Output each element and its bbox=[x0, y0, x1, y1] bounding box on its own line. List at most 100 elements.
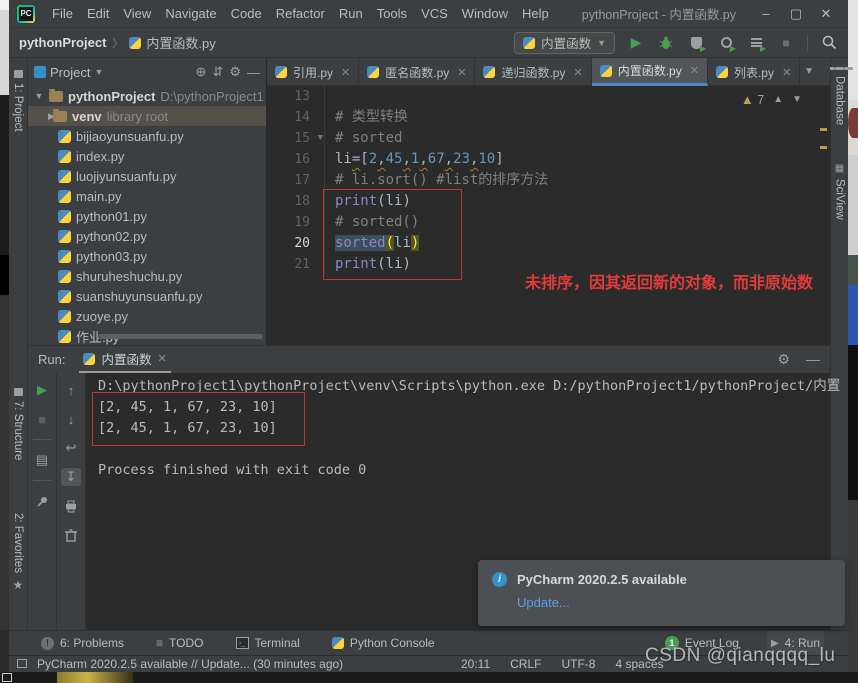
up-stack-trace-button[interactable]: ↑ bbox=[61, 381, 81, 399]
run-toolbar-left: ▶ ■ ▤ bbox=[28, 373, 57, 630]
status-message[interactable]: PyCharm 2020.2.5 available // Update... … bbox=[37, 657, 343, 671]
tool-button-database[interactable]: Database bbox=[831, 66, 848, 125]
close-button[interactable]: ✕ bbox=[812, 6, 840, 22]
tool-button-project[interactable]: 1: Project bbox=[9, 70, 27, 132]
line-number: 14 bbox=[267, 107, 325, 128]
tree-file-row[interactable]: zuoye.py bbox=[28, 306, 266, 326]
editor-tab-引用.py[interactable]: 引用.py✕ bbox=[267, 58, 359, 86]
menu-item-help[interactable]: Help bbox=[515, 3, 556, 24]
hide-panel-icon[interactable]: — bbox=[806, 351, 820, 368]
close-icon[interactable]: ✕ bbox=[573, 66, 582, 79]
run-anything-button[interactable]: ▶ bbox=[747, 34, 765, 52]
chevron-down-icon: ▼ bbox=[94, 67, 103, 77]
maximize-button[interactable]: ▢ bbox=[782, 6, 810, 22]
gear-icon[interactable]: ⚙ bbox=[777, 351, 790, 368]
run-button[interactable]: ▶ bbox=[627, 34, 645, 52]
run-with-coverage-button[interactable]: ▶ bbox=[687, 34, 705, 52]
console-line: Process finished with exit code 0 bbox=[98, 460, 840, 481]
chevron-collapsed-icon[interactable]: ▶ bbox=[34, 111, 48, 122]
breadcrumb-project[interactable]: pythonProject bbox=[19, 35, 106, 50]
hide-panel-icon[interactable]: — bbox=[247, 65, 260, 80]
update-link[interactable]: Update... bbox=[517, 595, 831, 610]
code-line[interactable]: 14# 类型转换 bbox=[267, 107, 830, 128]
scroll-to-end-button[interactable]: ↧ bbox=[61, 468, 81, 486]
tool-button-favorites[interactable]: 2: Favorites★ bbox=[9, 513, 27, 592]
print-button[interactable] bbox=[61, 497, 81, 515]
tool-window-button-todo[interactable]: ≡TODO bbox=[152, 631, 207, 655]
editor-tab-列表.py[interactable]: 列表.py✕ bbox=[708, 58, 800, 86]
menu-item-navigate[interactable]: Navigate bbox=[158, 3, 223, 24]
code-line[interactable]: 20sorted(li) bbox=[267, 233, 830, 254]
editor-tab-匿名函数.py[interactable]: 匿名函数.py✕ bbox=[359, 58, 475, 86]
tree-file-row[interactable]: main.py bbox=[28, 186, 266, 206]
python-file-icon bbox=[58, 170, 71, 183]
close-icon[interactable]: ✕ bbox=[341, 66, 350, 79]
tool-button-sciview[interactable]: ▦SciView bbox=[831, 163, 848, 220]
close-icon[interactable]: ✕ bbox=[782, 66, 791, 79]
tool-window-button-terminal[interactable]: ›_Terminal bbox=[232, 631, 304, 655]
root-name: pythonProject bbox=[68, 89, 155, 104]
menu-item-run[interactable]: Run bbox=[332, 3, 370, 24]
locate-file-icon[interactable]: ⊕ bbox=[196, 64, 207, 80]
code-line[interactable]: 18print(li) bbox=[267, 191, 830, 212]
tree-root-row[interactable]: ▼ pythonProject D:\pythonProject1 bbox=[28, 86, 266, 106]
breadcrumb-file[interactable]: 内置函数.py bbox=[146, 33, 215, 52]
pin-tab-button[interactable] bbox=[32, 492, 52, 510]
minimize-button[interactable]: – bbox=[752, 6, 780, 21]
restore-layout-button[interactable]: ▤ bbox=[32, 451, 52, 469]
tree-file-row[interactable]: python02.py bbox=[28, 226, 266, 246]
file-name: zuoye.py bbox=[76, 309, 128, 324]
code-line[interactable]: 13 bbox=[267, 86, 830, 107]
tool-window-button-python-console[interactable]: Python Console bbox=[328, 631, 439, 655]
tree-file-row[interactable]: python01.py bbox=[28, 206, 266, 226]
stop-button[interactable]: ■ bbox=[32, 410, 52, 428]
debug-button[interactable] bbox=[657, 34, 675, 52]
run-configuration-select[interactable]: 内置函数 ▼ bbox=[514, 32, 615, 54]
tree-file-row[interactable]: suanshuyunsuanfu.py bbox=[28, 286, 266, 306]
clear-console-button[interactable] bbox=[61, 526, 81, 544]
down-stack-trace-button[interactable]: ↓ bbox=[61, 410, 81, 428]
code-line[interactable]: 17# li.sort() #list的排序方法 bbox=[267, 170, 830, 191]
tool-button-structure[interactable]: 7: Structure bbox=[9, 388, 27, 460]
close-icon[interactable]: ✕ bbox=[457, 66, 466, 79]
tree-file-row[interactable]: shuruheshuchu.py bbox=[28, 266, 266, 286]
profiler-button[interactable]: ▶ bbox=[717, 34, 735, 52]
code-line[interactable]: 16li=[2,45,1,67,23,10] bbox=[267, 149, 830, 170]
menu-item-code[interactable]: Code bbox=[224, 3, 269, 24]
editor-tab-内置函数.py[interactable]: 内置函数.py✕ bbox=[592, 58, 708, 86]
run-tab[interactable]: 内置函数 ✕ bbox=[79, 346, 170, 373]
project-view-select[interactable]: Project ▼ bbox=[34, 65, 103, 80]
encoding-widget[interactable]: UTF-8 bbox=[561, 657, 595, 671]
close-icon[interactable]: ✕ bbox=[690, 64, 699, 77]
fold-marker-icon[interactable]: ▼ bbox=[318, 128, 323, 149]
menu-item-vcs[interactable]: VCS bbox=[414, 3, 455, 24]
menu-item-file[interactable]: File bbox=[45, 3, 80, 24]
editor-tab-递归函数.py[interactable]: 递归函数.py✕ bbox=[475, 58, 591, 86]
collapse-all-icon[interactable]: ⇵ bbox=[212, 64, 223, 80]
soft-wrap-button[interactable]: ↩ bbox=[61, 439, 81, 457]
code-line[interactable]: 15▼# sorted bbox=[267, 128, 830, 149]
code-line[interactable]: 19# sorted() bbox=[267, 212, 830, 233]
line-separator-widget[interactable]: CRLF bbox=[510, 657, 541, 671]
menu-item-window[interactable]: Window bbox=[455, 3, 515, 24]
console-toolbar: ↑ ↓ ↩ ↧ bbox=[57, 373, 86, 630]
search-everywhere-icon[interactable] bbox=[820, 34, 838, 52]
menu-item-tools[interactable]: Tools bbox=[370, 3, 414, 24]
horizontal-scrollbar[interactable] bbox=[98, 334, 263, 339]
chevron-expanded-icon[interactable]: ▼ bbox=[34, 91, 44, 101]
close-icon[interactable]: ✕ bbox=[157, 352, 166, 365]
code-editor[interactable]: 1314# 类型转换15▼# sorted16li=[2,45,1,67,23,… bbox=[267, 86, 830, 345]
tree-file-row[interactable]: python03.py bbox=[28, 246, 266, 266]
tree-venv-row[interactable]: ▶ venv library root bbox=[28, 106, 266, 126]
rerun-button[interactable]: ▶ bbox=[32, 381, 52, 399]
gear-icon[interactable]: ⚙ bbox=[229, 64, 241, 80]
menu-item-refactor[interactable]: Refactor bbox=[269, 3, 332, 24]
more-tabs-chevron-icon[interactable]: ▼ bbox=[804, 66, 814, 77]
stop-button[interactable]: ■ bbox=[777, 34, 795, 52]
tree-file-row[interactable]: luojiyunsuanfu.py bbox=[28, 166, 266, 186]
menu-item-view[interactable]: View bbox=[116, 3, 158, 24]
tool-window-button-6-problems[interactable]: !6: Problems bbox=[37, 631, 128, 655]
tree-file-row[interactable]: index.py bbox=[28, 146, 266, 166]
tree-file-row[interactable]: bijiaoyunsuanfu.py bbox=[28, 126, 266, 146]
menu-item-edit[interactable]: Edit bbox=[80, 3, 116, 24]
